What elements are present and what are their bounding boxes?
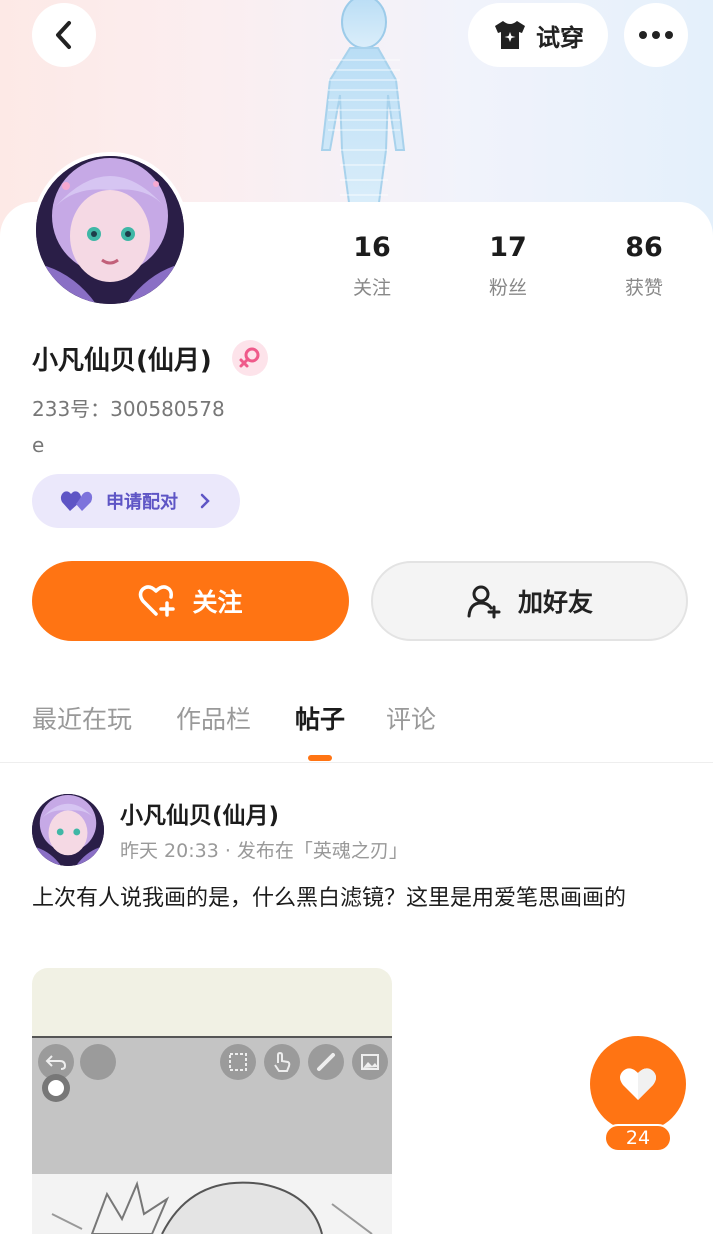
tab-works[interactable]: 作品栏 <box>176 700 251 736</box>
female-gender-icon <box>232 340 268 376</box>
stat-value: 16 <box>353 232 391 263</box>
add-friend-label: 加好友 <box>517 588 593 617</box>
stat-following[interactable]: 16 关注 <box>312 232 432 300</box>
stat-label: 关注 <box>352 277 391 299</box>
stat-label: 粉丝 <box>488 277 527 299</box>
like-count-badge: 24 <box>604 1124 672 1152</box>
more-options-button[interactable] <box>624 3 688 67</box>
post-author-avatar[interactable] <box>32 794 104 866</box>
drawing-app-toolbar <box>32 1036 392 1174</box>
chevron-right-icon <box>200 493 210 509</box>
ruler-icon <box>308 1044 344 1080</box>
tab-posts[interactable]: 帖子 <box>295 700 345 736</box>
image-icon <box>352 1044 388 1080</box>
user-bio: e <box>32 433 45 457</box>
active-tab-indicator <box>308 755 332 761</box>
post-meta: 昨天 20:33 · 发布在「英魂之刃」 <box>120 840 408 862</box>
try-on-button[interactable]: 试穿 <box>468 3 608 67</box>
follow-label: 关注 <box>192 588 243 617</box>
like-button[interactable] <box>590 1036 686 1132</box>
shirt-icon <box>495 21 525 49</box>
request-pair-button[interactable]: 申请配对 <box>32 474 240 528</box>
stat-value: 86 <box>625 232 663 263</box>
stat-value: 17 <box>489 232 527 263</box>
3d-avatar-figure[interactable] <box>300 0 425 210</box>
avatar-illustration <box>36 156 184 304</box>
female-symbol-icon <box>239 347 260 368</box>
add-user-icon <box>467 585 501 619</box>
post-author-name[interactable]: 小凡仙贝(仙月) <box>120 796 279 830</box>
back-button[interactable] <box>32 3 96 67</box>
tab-recently-played[interactable]: 最近在玩 <box>32 700 132 736</box>
post-image[interactable] <box>32 968 392 1234</box>
user-id: 233号：300580578 <box>32 397 225 421</box>
brush-size-icon <box>42 1074 70 1102</box>
chevron-left-icon <box>56 21 71 49</box>
add-friend-button[interactable]: 加好友 <box>371 561 688 641</box>
heart-plus-icon <box>139 585 176 617</box>
tab-comments[interactable]: 评论 <box>386 700 436 736</box>
avatar-illustration <box>32 794 104 866</box>
tabs-divider <box>0 762 713 763</box>
request-pair-label: 申请配对 <box>106 492 178 513</box>
follow-button[interactable]: 关注 <box>32 561 349 641</box>
profile-username: 小凡仙贝(仙月) <box>32 346 212 376</box>
double-heart-icon <box>60 491 93 511</box>
sketch-preview <box>32 1174 392 1234</box>
heart-icon <box>620 1068 656 1100</box>
try-on-label: 试穿 <box>536 23 584 52</box>
stat-label: 获赞 <box>624 277 663 299</box>
selection-icon <box>220 1044 256 1080</box>
stat-likes[interactable]: 86 获赞 <box>584 232 704 300</box>
stat-followers[interactable]: 17 粉丝 <box>448 232 568 300</box>
more-dots-icon <box>639 31 673 39</box>
redo-icon <box>80 1044 116 1080</box>
post-text: 上次有人说我画的是，什么黑白滤镜？这里是用爱笔思画画的 <box>32 886 627 911</box>
hand-icon <box>264 1044 300 1080</box>
profile-avatar[interactable] <box>32 152 188 308</box>
